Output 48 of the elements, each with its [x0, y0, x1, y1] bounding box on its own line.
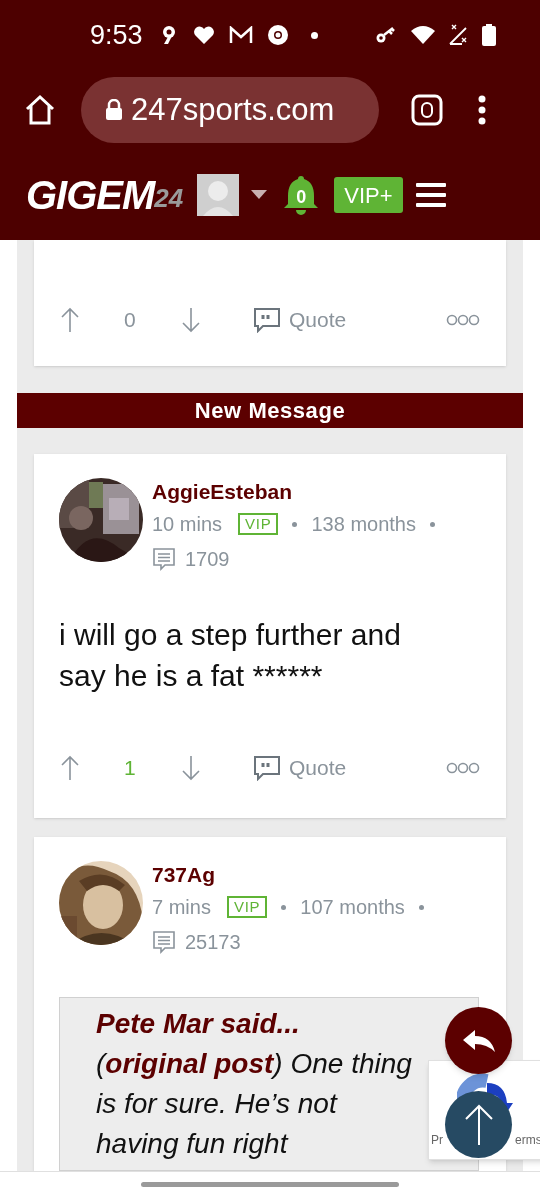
wifi-icon [410, 25, 436, 45]
reply-arrow-icon [462, 1028, 495, 1053]
menu-icon[interactable] [415, 182, 446, 208]
vote-count: 1 [124, 755, 137, 782]
author-name[interactable]: AggieEsteban [152, 478, 435, 506]
post-count: 25173 [185, 930, 241, 955]
vote-count: 0 [124, 307, 137, 334]
heart-icon [192, 25, 215, 45]
post-body: i will go a step further and say he is a fat ****** [58, 617, 402, 694]
more-options-icon[interactable] [446, 762, 480, 774]
caret-icon[interactable] [251, 190, 268, 200]
quote-text: (original post) One thing is for sure. He’s not having fun right [96, 1047, 413, 1161]
post-time: 7 mins [152, 895, 211, 919]
url-text: 247sports.com [131, 90, 335, 129]
quote-bubble-icon [253, 755, 281, 781]
status-time: 9:53 [90, 18, 143, 52]
user-avatar-icon[interactable] [197, 174, 240, 216]
recaptcha-link[interactable]: Pr [431, 1133, 443, 1147]
post-time: 10 mins [152, 512, 223, 536]
vip-badge: VIP [226, 896, 268, 918]
site-logo[interactable]: GIGEM [26, 175, 155, 215]
member-tenure: 107 months [300, 895, 405, 919]
section-banner: New Message [17, 393, 523, 428]
post-count: 1709 [185, 547, 230, 572]
author-name[interactable]: 737Ag [152, 861, 424, 889]
down-arrow-icon[interactable] [181, 755, 201, 781]
url-bar[interactable]: 247sports.com [81, 77, 379, 143]
vip-badge: VIP [238, 513, 279, 535]
quote-button[interactable]: Quote [253, 304, 347, 336]
quote-bubble-icon [253, 307, 281, 333]
up-arrow-icon [463, 1103, 494, 1146]
comment-icon [152, 547, 176, 571]
menu-icon[interactable] [477, 95, 487, 125]
quote-author[interactable]: Pete Mar said... [96, 1004, 418, 1044]
up-arrow-icon[interactable] [60, 307, 80, 333]
member-tenure: 138 months [311, 512, 416, 536]
signal-icon [448, 24, 470, 46]
comment-icon [152, 930, 176, 954]
more-options-icon[interactable] [446, 314, 480, 326]
browser-icon [266, 24, 289, 46]
tab-switcher-icon[interactable] [411, 94, 443, 126]
quote-button[interactable]: Quote [253, 752, 347, 784]
lock-icon [105, 99, 123, 121]
down-arrow-icon[interactable] [181, 307, 201, 333]
up-arrow-icon[interactable] [60, 755, 80, 781]
home-icon[interactable] [24, 94, 56, 126]
mail-icon [228, 26, 253, 44]
battery-icon [482, 24, 496, 46]
